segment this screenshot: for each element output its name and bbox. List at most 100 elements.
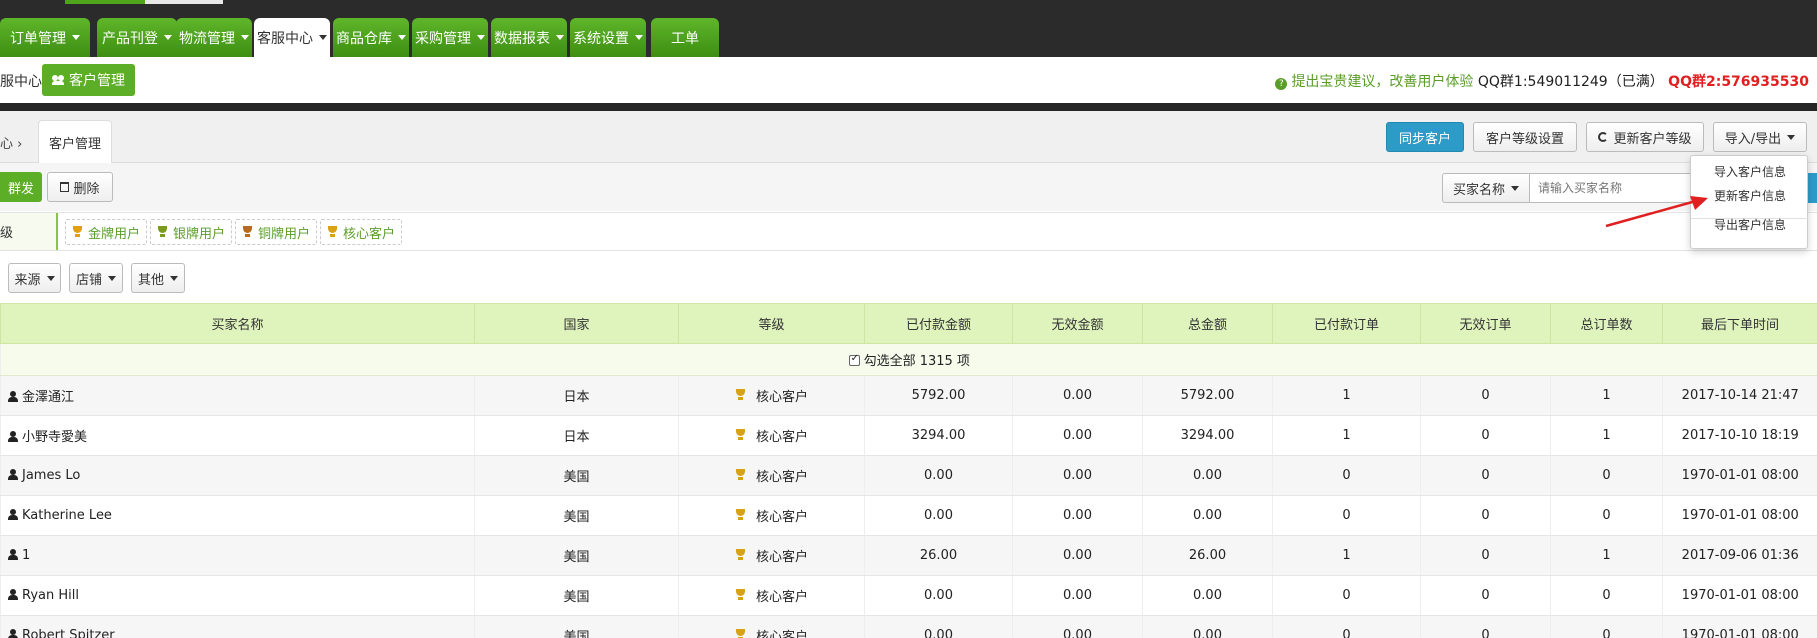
column-header[interactable]: 无效金额 [1012,303,1143,344]
nav-tab-0[interactable]: 订单管理 [0,18,90,57]
trophy-icon [157,226,168,238]
qq-group-1: QQ群1:549011249（已满） [1477,74,1664,90]
table-cell: 26.00 [1142,535,1273,576]
cell-text: 美国 [563,510,590,525]
select-all-cell[interactable]: 勾选全部 1315 项 [0,343,1817,376]
table-cell: 1 [1550,375,1663,416]
nav-tab-7[interactable]: 系统设置 [570,18,646,57]
filter-dropdown-1[interactable]: 店铺 [69,263,123,293]
cell-text: 0 [1342,628,1351,638]
table-cell: 核心客户 [678,535,865,576]
table-cell[interactable]: 1 [0,535,475,576]
table-cell: 美国 [474,455,679,496]
user-icon [8,549,18,560]
table-cell: 0 [1420,375,1551,416]
user-icon [8,431,18,442]
nav-tab-3[interactable]: 客服中心 [254,18,330,57]
cell-text: 1970-01-01 08:00 [1681,468,1799,483]
column-header[interactable]: 买家名称 [0,303,475,344]
column-header[interactable]: 已付款订单 [1272,303,1421,344]
cell-text: 1 [1342,388,1351,403]
sync-customers-button[interactable]: 同步客户 [1386,122,1464,152]
select-all-checkbox[interactable] [848,353,860,366]
customer-level-settings-button[interactable]: 客户等级设置 [1473,122,1577,152]
level-chip-label: 金牌用户 [88,226,141,242]
update-customer-level-button[interactable]: 更新客户等级 [1586,122,1704,152]
table-row[interactable]: James Lo 美国 核心客户 0.00 0.00 0.00 0 0 0 1970-01-01 … [0,455,1817,496]
cell-text: 2017-10-10 18:19 [1681,428,1799,443]
nav-tab-6[interactable]: 数据报表 [491,18,567,57]
table-cell: 2017-09-06 01:36 [1662,535,1817,576]
table-row[interactable]: Katherine Lee 美国 核心客户 0.00 0.00 0.00 0 0 0 1970-0… [0,495,1817,536]
table-row[interactable]: 1 美国 核心客户 26.00 0.00 26.00 1 0 1 2017-09-06 01:36 [0,535,1817,576]
feedback-link[interactable]: 提出宝贵建议，改善用户体验 [1291,74,1473,90]
refresh-icon [1598,132,1609,142]
menu-item-0[interactable]: 导入客户信息 [1691,160,1809,182]
nav-tab-8[interactable]: 工单 [651,18,719,57]
table-cell: 1 [1550,415,1663,456]
search-field-label: 买家名称 [1452,182,1505,198]
cell-text: 美国 [563,470,590,485]
table-cell[interactable]: James Lo [0,455,475,496]
group-send-button[interactable]: 群发 [0,172,42,202]
table-cell[interactable]: Katherine Lee [0,495,475,536]
table-cell: 2017-10-14 21:47 [1662,375,1817,416]
cell-text: 日本 [563,390,590,405]
search-field-select[interactable]: 买家名称 [1442,173,1530,203]
sync-customers-label: 同步客户 [1398,131,1451,147]
column-header[interactable]: 国家 [474,303,679,344]
breadcrumb-current-tab[interactable]: 客户管理 [38,120,112,163]
level-chip-2[interactable]: 铜牌用户 [235,219,318,245]
level-chip-label: 银牌用户 [173,226,226,242]
column-header[interactable]: 总金额 [1142,303,1273,344]
column-header[interactable]: 无效订单 [1420,303,1551,344]
question-icon: ? [1275,78,1288,90]
table-cell: 0.00 [1142,455,1273,496]
filter-row: 来源 店铺 其他 [0,252,1817,302]
breadcrumb-current-label: 客户管理 [48,136,101,152]
nav-tab-5[interactable]: 采购管理 [412,18,488,57]
delete-button[interactable]: 删除 [47,172,113,202]
level-chip-0[interactable]: 金牌用户 [65,219,148,245]
chevron-down-icon [635,35,643,40]
table-cell: 0.00 [864,575,1013,616]
table-cell: 0.00 [1142,495,1273,536]
import-export-button[interactable]: 导入/导出 [1713,122,1807,152]
cell-text: 核心客户 [755,390,808,405]
column-header[interactable]: 最后下单时间 [1662,303,1817,344]
table-cell[interactable]: 小野寺愛美 [0,415,475,456]
table-row[interactable]: Robert Spitzer 美国 核心客户 0.00 0.00 0.00 0 0 0 1970-… [0,615,1817,638]
section-label: 服中心 [0,74,42,90]
cell-text: 3294.00 [1180,428,1235,443]
select-all-label: 勾选全部 1315 项 [863,354,970,369]
breadcrumb-parent[interactable]: 心 › [0,133,22,152]
level-chip-3[interactable]: 核心客户 [320,219,403,245]
nav-tab-2[interactable]: 物流管理 [176,18,252,57]
customer-management-button[interactable]: 客户管理 [42,64,135,96]
table-cell: 核心客户 [678,495,865,536]
cell-text: 美国 [563,550,590,565]
table-row[interactable]: 金澤通江 日本 核心客户 5792.00 0.00 5792.00 1 0 1 2017-10-1… [0,375,1817,416]
column-header[interactable]: 总订单数 [1550,303,1663,344]
table-cell: 美国 [474,615,679,638]
table-row[interactable]: Ryan Hill 美国 核心客户 0.00 0.00 0.00 0 0 0 1970-01-01… [0,575,1817,616]
table-cell[interactable]: Robert Spitzer [0,615,475,638]
cell-text: 0 [1602,508,1611,523]
column-header[interactable]: 已付款金额 [864,303,1013,344]
user-icon [8,391,18,402]
table-cell[interactable]: Ryan Hill [0,575,475,616]
column-header[interactable]: 等级 [678,303,865,344]
table-cell: 1970-01-01 08:00 [1662,495,1817,536]
filter-dropdown-label: 店铺 [75,272,102,288]
filter-dropdown-2[interactable]: 其他 [131,263,185,293]
table-cell: 0 [1420,495,1551,536]
table-row[interactable]: 小野寺愛美 日本 核心客户 3294.00 0.00 3294.00 1 0 1 2017-10-… [0,415,1817,456]
table-cell: 日本 [474,415,679,456]
qq-group-2: QQ群2:576935530 [1668,74,1809,90]
level-chip-1[interactable]: 银牌用户 [150,219,233,245]
cell-text: 3294.00 [911,428,966,443]
table-cell[interactable]: 金澤通江 [0,375,475,416]
nav-tab-1[interactable]: 产品刊登 [97,18,177,57]
nav-tab-4[interactable]: 商品仓库 [333,18,409,57]
filter-dropdown-0[interactable]: 来源 [8,263,61,293]
